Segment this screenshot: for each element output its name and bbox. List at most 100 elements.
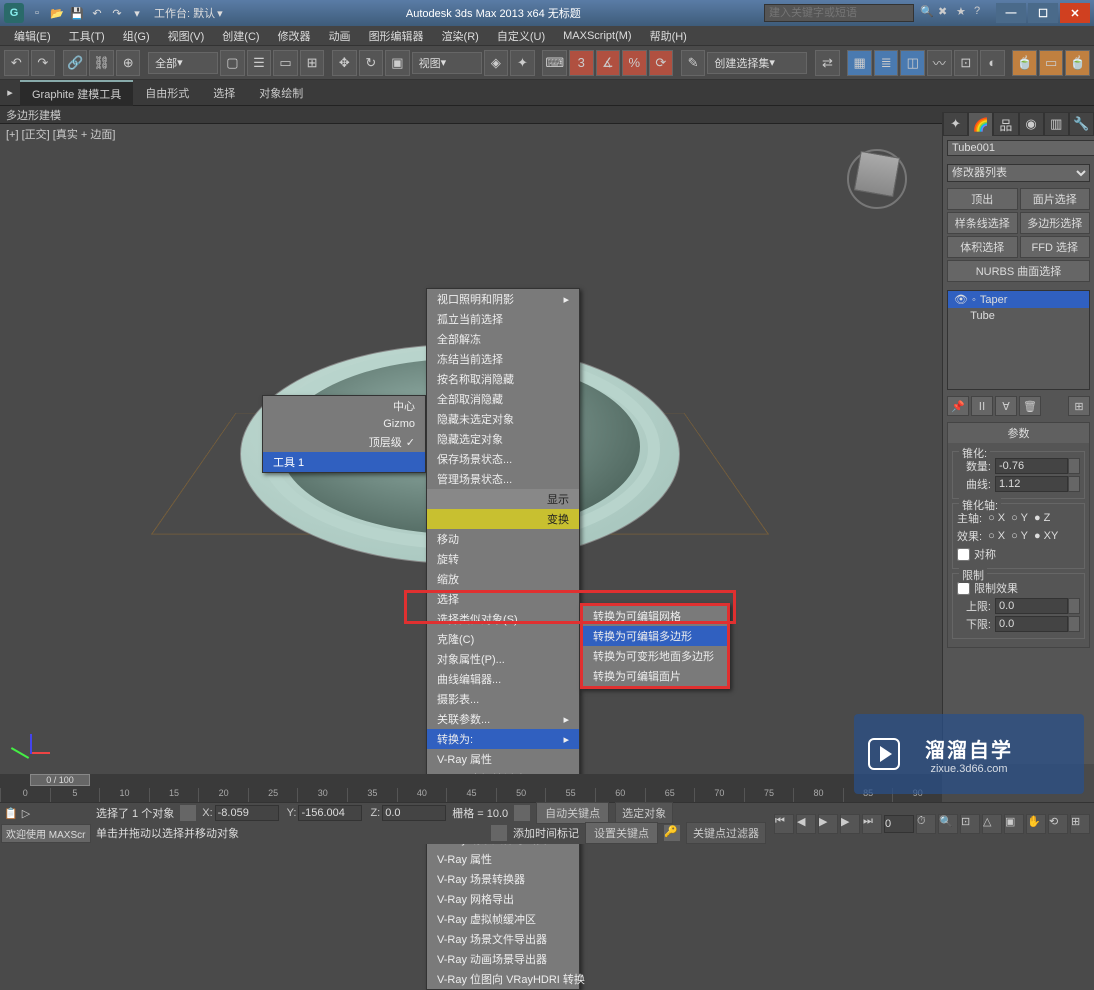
viewport-label[interactable]: [+] [正交] [真实 + 边面] (6, 126, 115, 142)
menu-item-object-properties[interactable]: 对象属性(P)... (427, 649, 579, 669)
select-manipulate-button[interactable]: ✦ (510, 50, 535, 76)
menu-item-freeze-selection[interactable]: 冻结当前选择 (427, 349, 579, 369)
menu-item-top-level[interactable]: 顶层级✓ (263, 432, 425, 452)
snap-toggle-button[interactable]: 3 (569, 50, 594, 76)
auto-key-button[interactable]: 自动关键点 (536, 802, 609, 824)
use-pivot-button[interactable]: ◈ (484, 50, 509, 76)
spinner-upper[interactable] (995, 598, 1068, 614)
maxscript-mini-icon[interactable]: 📋 (4, 807, 18, 820)
undo-button[interactable]: ↶ (4, 50, 29, 76)
add-time-tag[interactable]: 添加时间标记 (513, 825, 579, 841)
material-editor-button[interactable]: ◐ (980, 50, 1005, 76)
bind-button[interactable]: ⊕ (116, 50, 141, 76)
isolate-toggle-icon[interactable] (514, 805, 530, 821)
sel-btn-4[interactable]: 体积选择 (947, 236, 1018, 258)
checkbox-symmetry[interactable] (957, 548, 970, 561)
time-ruler[interactable]: 0 5 10 15 20 25 30 35 40 45 50 55 60 65 … (0, 788, 942, 802)
sel-btn-1[interactable]: 面片选择 (1020, 188, 1091, 210)
render-frame-button[interactable]: ▭ (1039, 50, 1064, 76)
graphite-button[interactable]: ◫ (900, 50, 925, 76)
angle-snap-button[interactable]: ∡ (596, 50, 621, 76)
spinner-amount[interactable] (995, 458, 1068, 474)
spinner-snap-button[interactable]: ⟳ (649, 50, 674, 76)
viewport-nav-maximize-icon[interactable]: ⊞ (1070, 814, 1090, 834)
menu-item-hide-unselected[interactable]: 隐藏未选定对象 (427, 409, 579, 429)
stack-item-tube[interactable]: Tube (948, 308, 1089, 324)
qat-dropdown-icon[interactable]: ▾ (128, 4, 146, 22)
ribbon-expand-icon[interactable]: ▸ (0, 86, 20, 99)
open-icon[interactable]: 📂 (48, 4, 66, 22)
sel-btn-0[interactable]: 顶出 (947, 188, 1018, 210)
menu-item-vray-scene-file-export2[interactable]: V-Ray 场景文件导出器 (427, 929, 579, 949)
modifier-stack[interactable]: 👁 ◦ Taper Tube (947, 290, 1090, 390)
viewport-nav-zoomall-icon[interactable]: ⊡ (960, 814, 980, 834)
mirror-button[interactable]: ⇄ (815, 50, 840, 76)
redo-button[interactable]: ↷ (31, 50, 56, 76)
menu-edit[interactable]: 编辑(E) (6, 26, 59, 46)
viewport-nav-fov-icon[interactable]: △ (982, 814, 1002, 834)
help-icon[interactable]: ? (974, 5, 990, 21)
selection-filter-button[interactable]: 选定对象 (615, 802, 673, 824)
tab-motion-icon[interactable]: ◉ (1019, 112, 1044, 136)
modifier-list-dropdown[interactable]: 修改器列表 (947, 164, 1090, 182)
tab-create-icon[interactable]: ✦ (943, 112, 968, 136)
percent-snap-button[interactable]: % (622, 50, 647, 76)
link-button[interactable]: 🔗 (63, 50, 88, 76)
configure-sets-icon[interactable]: ⊞ (1068, 396, 1090, 416)
curve-editor-button[interactable]: 〰 (927, 50, 952, 76)
close-button[interactable]: ✕ (1060, 3, 1090, 23)
rotate-button[interactable]: ↻ (359, 50, 384, 76)
stack-item-taper[interactable]: 👁 ◦ Taper (948, 291, 1089, 308)
goto-start-icon[interactable]: ⏮ (774, 814, 794, 834)
ribbon-poly-modeling-label[interactable]: 多边形建模 (6, 107, 61, 123)
spinner-arrows-lower[interactable] (1068, 616, 1080, 632)
next-frame-icon[interactable]: ▶ (840, 814, 860, 834)
menu-animation[interactable]: 动画 (321, 26, 359, 46)
viewport-nav-zoomext-icon[interactable]: ▣ (1004, 814, 1024, 834)
menu-item-gizmo[interactable]: Gizmo (263, 416, 425, 432)
menu-item-curve-editor[interactable]: 曲线编辑器... (427, 669, 579, 689)
tab-display-icon[interactable]: ▥ (1044, 112, 1069, 136)
pin-stack-icon[interactable]: 📌 (947, 396, 969, 416)
rollout-header-params[interactable]: 参数 (948, 423, 1089, 443)
menu-item-isolate[interactable]: 孤立当前选择 (427, 309, 579, 329)
menu-item-vray-vfb2[interactable]: V-Ray 虚拟帧缓冲区 (427, 909, 579, 929)
menu-help[interactable]: 帮助(H) (642, 26, 695, 46)
menu-item-hide-selection[interactable]: 隐藏选定对象 (427, 429, 579, 449)
menu-item-unhide-by-name[interactable]: 按名称取消隐藏 (427, 369, 579, 389)
ref-coord-dropdown[interactable]: 视图 ▾ (412, 52, 482, 74)
radio-effect-y[interactable]: ○ Y (1011, 530, 1028, 542)
time-config-icon[interactable]: ⏱ (916, 814, 936, 834)
scale-button[interactable]: ▣ (385, 50, 410, 76)
menu-item-clone[interactable]: 克隆(C) (427, 629, 579, 649)
menu-item-center[interactable]: 中心 (263, 396, 425, 416)
app-logo-icon[interactable]: G (4, 3, 24, 23)
current-frame-input[interactable] (884, 815, 914, 833)
select-by-name-button[interactable]: ☰ (247, 50, 272, 76)
menu-item-wire-params[interactable]: 关联参数...▸ (427, 709, 579, 729)
time-tag-icon[interactable] (491, 825, 507, 841)
remove-modifier-icon[interactable]: 🗑 (1019, 396, 1041, 416)
set-key-button[interactable]: 设置关键点 (585, 822, 658, 844)
radio-effect-x[interactable]: ○ X (988, 530, 1005, 542)
menu-customize[interactable]: 自定义(U) (489, 26, 553, 46)
select-object-button[interactable]: ▢ (220, 50, 245, 76)
unlink-button[interactable]: ⛓ (89, 50, 114, 76)
menu-views[interactable]: 视图(V) (160, 26, 213, 46)
maximize-button[interactable]: ☐ (1028, 3, 1058, 23)
menu-tools[interactable]: 工具(T) (61, 26, 113, 46)
menu-item-vray-bitmap-hdri[interactable]: V-Ray 位图向 VRayHDRI 转换 (427, 969, 579, 989)
menu-item-convert-poly[interactable]: 转换为可编辑多边形 (583, 626, 727, 646)
radio-primary-x[interactable]: ○ X (988, 512, 1005, 524)
menu-modifiers[interactable]: 修改器 (270, 26, 319, 46)
menu-item-manage-scene-state[interactable]: 管理场景状态... (427, 469, 579, 489)
show-end-result-icon[interactable]: ⅠⅠ (971, 396, 993, 416)
lock-icon[interactable] (180, 805, 196, 821)
spinner-lower[interactable] (995, 616, 1068, 632)
layer-manager-button[interactable]: ≣ (874, 50, 899, 76)
time-slider[interactable]: 0 / 100 (0, 774, 942, 788)
move-button[interactable]: ✥ (332, 50, 357, 76)
time-slider-handle[interactable]: 0 / 100 (30, 774, 90, 786)
render-setup-button[interactable]: 🍵 (1012, 50, 1037, 76)
viewport-nav-pan-icon[interactable]: ✋ (1026, 814, 1046, 834)
